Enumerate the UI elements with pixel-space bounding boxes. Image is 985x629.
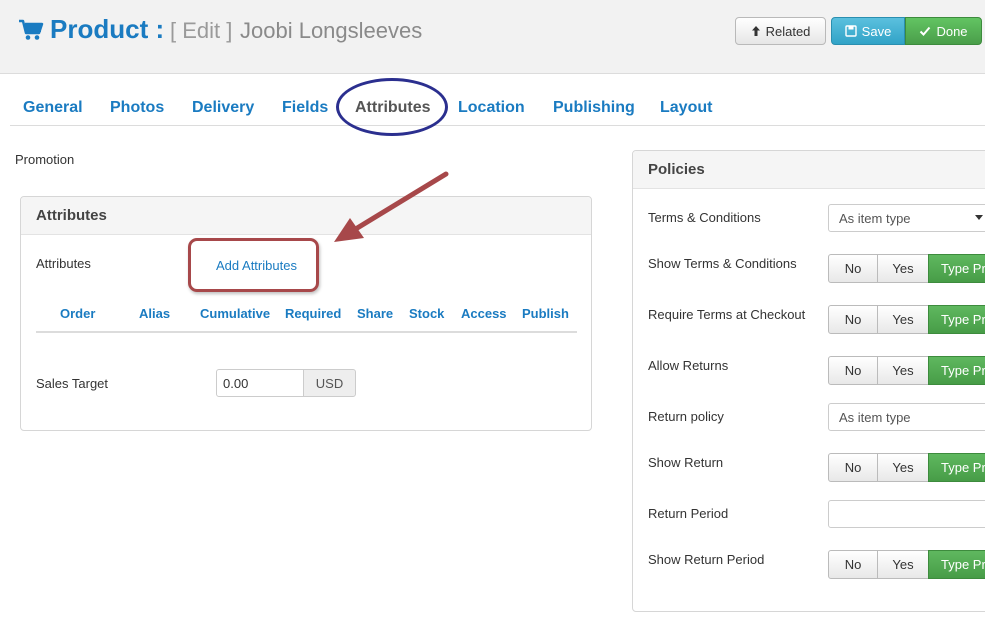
tab-fields[interactable]: Fields [282, 99, 328, 117]
sales-target-label: Sales Target [36, 376, 109, 391]
edit-mode-label: [ Edit ] [170, 18, 233, 43]
arrow-up-icon [751, 26, 760, 36]
check-icon [920, 26, 931, 36]
require-terms-label: Require Terms at Checkout [648, 307, 806, 322]
column-header-alias[interactable]: Alias [139, 306, 170, 321]
return-period-input[interactable] [828, 500, 985, 528]
done-button-label: Done [936, 23, 968, 39]
terms-label: Terms & Conditions [648, 210, 761, 225]
show-return-type-button[interactable]: Type Pr [928, 453, 985, 482]
require-terms-type-button[interactable]: Type Pr [928, 305, 985, 334]
policies-panel-title: Policies [633, 151, 985, 189]
show-return-period-type-button[interactable]: Type Pr [928, 550, 985, 579]
show-return-period-no-button[interactable]: No [828, 550, 878, 579]
tab-highlight-circle [336, 78, 448, 136]
column-header-stock[interactable]: Stock [409, 306, 444, 321]
show-return-yes-button[interactable]: Yes [877, 453, 929, 482]
sales-target-input[interactable]: 0.00 [216, 369, 304, 397]
column-header-access[interactable]: Access [461, 306, 507, 321]
product-name: Joobi Longsleeves [240, 18, 423, 43]
show-return-period-toggle: No Yes Type Pr [828, 550, 985, 579]
annotation-arrow-icon [334, 171, 449, 242]
return-policy-select-value: As item type [839, 410, 911, 425]
show-terms-label: Show Terms & Conditions [648, 256, 797, 271]
show-terms-toggle: No Yes Type Pr [828, 254, 985, 283]
require-terms-toggle: No Yes Type Pr [828, 305, 985, 334]
page-header: Product : [ Edit ] Joobi Longsleeves Rel… [0, 0, 985, 74]
done-button[interactable]: Done [905, 17, 982, 45]
add-attributes-link[interactable]: Add Attributes [216, 258, 297, 273]
related-button[interactable]: Related [735, 17, 826, 45]
tab-general[interactable]: General [23, 99, 83, 117]
attributes-panel-title: Attributes [21, 197, 591, 235]
tab-layout[interactable]: Layout [660, 99, 712, 117]
tab-delivery[interactable]: Delivery [192, 99, 254, 117]
show-return-period-label: Show Return Period [648, 552, 765, 567]
show-terms-no-button[interactable]: No [828, 254, 878, 283]
terms-select[interactable]: As item type [828, 204, 985, 232]
save-button[interactable]: Save [831, 17, 905, 45]
allow-returns-type-button[interactable]: Type Pr [928, 356, 985, 385]
chevron-down-icon [975, 215, 983, 220]
attributes-label: Attributes [36, 256, 91, 271]
tab-bar: General Photos Delivery Fields Attribute… [10, 78, 985, 136]
shopping-cart-icon [19, 19, 44, 40]
table-divider [36, 331, 577, 333]
attributes-panel: Attributes Attributes Add Attributes Ord… [20, 196, 592, 431]
allow-returns-label: Allow Returns [648, 358, 729, 373]
terms-select-value: As item type [839, 211, 911, 226]
column-header-required[interactable]: Required [285, 306, 341, 321]
require-terms-no-button[interactable]: No [828, 305, 878, 334]
show-terms-yes-button[interactable]: Yes [877, 254, 929, 283]
sales-target-group: 0.00 USD [216, 369, 356, 397]
policies-panel: Policies Terms & Conditions As item type… [632, 150, 985, 612]
allow-returns-yes-button[interactable]: Yes [877, 356, 929, 385]
show-terms-type-button[interactable]: Type Pr [928, 254, 985, 283]
related-button-label: Related [765, 23, 811, 39]
save-button-label: Save [861, 23, 892, 39]
column-header-publish[interactable]: Publish [522, 306, 569, 321]
page-title: Product : [50, 14, 165, 44]
column-header-cumulative[interactable]: Cumulative [200, 306, 270, 321]
promotion-label: Promotion [15, 152, 75, 167]
currency-addon: USD [303, 369, 356, 397]
floppy-disk-icon [844, 25, 857, 37]
show-return-period-yes-button[interactable]: Yes [877, 550, 929, 579]
return-period-label: Return Period [648, 506, 729, 521]
return-policy-label: Return policy [648, 409, 724, 424]
show-return-toggle: No Yes Type Pr [828, 453, 985, 482]
tab-location[interactable]: Location [458, 99, 525, 117]
column-header-share[interactable]: Share [357, 306, 393, 321]
tab-publishing[interactable]: Publishing [553, 99, 635, 117]
allow-returns-no-button[interactable]: No [828, 356, 878, 385]
require-terms-yes-button[interactable]: Yes [877, 305, 929, 334]
show-return-no-button[interactable]: No [828, 453, 878, 482]
return-policy-select[interactable]: As item type [828, 403, 985, 431]
column-header-order[interactable]: Order [60, 306, 95, 321]
tab-photos[interactable]: Photos [110, 99, 164, 117]
show-return-label: Show Return [648, 455, 724, 470]
allow-returns-toggle: No Yes Type Pr [828, 356, 985, 385]
